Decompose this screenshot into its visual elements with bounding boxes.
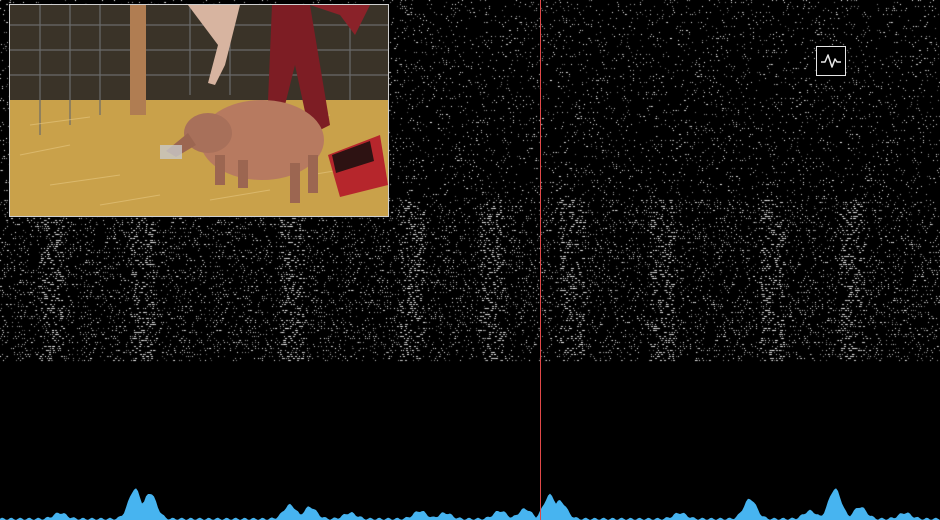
waveform-icon	[821, 54, 841, 68]
waveform-toggle-button[interactable]	[816, 46, 846, 76]
neural-raster-viewer	[0, 0, 940, 520]
activity-trace-area	[0, 488, 940, 520]
pig-video-inset[interactable]	[9, 4, 389, 217]
playhead-line[interactable]	[540, 0, 541, 520]
video-frame	[10, 5, 388, 216]
